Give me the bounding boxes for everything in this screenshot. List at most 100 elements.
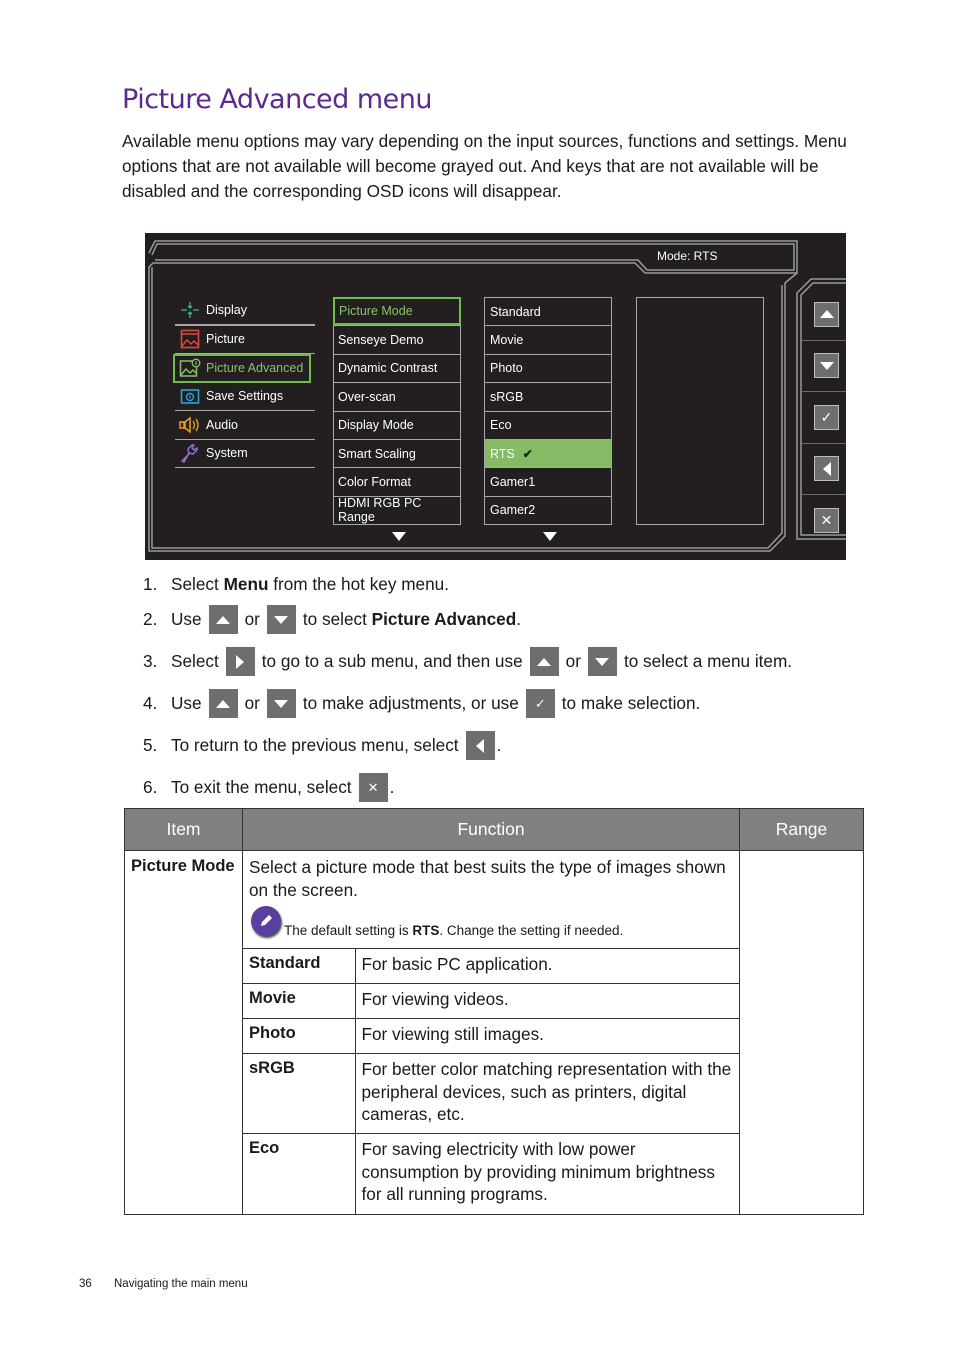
step-6: 6. To exit the menu, select ✕. (143, 773, 394, 802)
step-text: To return to the previous menu, select (171, 735, 459, 755)
osd-key-exit[interactable]: ✕ (801, 495, 846, 547)
picture-mode-options: Standard Movie Photo sRGB Eco RTS ✔ Game… (484, 297, 612, 526)
menu-label: Save Settings (206, 389, 284, 404)
menu-label: Audio (206, 417, 238, 432)
picture-advanced-icon (179, 358, 201, 378)
osd-key-down[interactable] (801, 341, 846, 392)
step-1: 1. Select Menu from the hot key menu. (143, 574, 449, 595)
mode-desc: For viewing still images. (355, 1018, 739, 1054)
down-arrow-icon (266, 689, 296, 718)
step-text: Use (171, 609, 202, 629)
option-label: RTS (490, 446, 515, 461)
menu-label: Picture (206, 332, 245, 347)
pencil-note-icon (251, 906, 281, 936)
sub-menu: Picture Mode Senseye Demo Dynamic Contra… (333, 297, 461, 526)
table-row: Picture Mode Select a picture mode that … (124, 850, 864, 1215)
osd-key-ok[interactable]: ✓ (801, 392, 846, 444)
option-gamer1[interactable]: Gamer1 (485, 467, 611, 495)
step-bold: Menu (223, 574, 269, 594)
menu-item-picture[interactable]: Picture (175, 326, 315, 354)
option-movie[interactable]: Movie (485, 325, 611, 353)
option-gamer2[interactable]: Gamer2 (485, 495, 611, 524)
note-bold: RTS (412, 923, 440, 938)
step-5: 5. To return to the previous menu, selec… (143, 731, 501, 760)
step-4: 4. Use or to make adjustments, or use ✓ … (143, 689, 700, 718)
mode-status: Mode: RTS (657, 249, 718, 263)
main-menu: Display Picture Picture Advanced Save Se… (173, 297, 315, 468)
step-text: to make selection. (561, 693, 701, 713)
option-rts[interactable]: RTS ✔ (485, 438, 611, 468)
detail-panel (636, 297, 764, 525)
mode-name: Eco (243, 1133, 356, 1214)
osd-menu-screenshot: Mode: RTS Display Picture Picture Advanc… (145, 233, 846, 560)
intro-paragraph: Available menu options may vary dependin… (122, 131, 847, 201)
mode-row: Photo For viewing still images. (243, 1018, 739, 1054)
sub-item-smart-scaling[interactable]: Smart Scaling (334, 438, 460, 467)
osd-key-up[interactable] (801, 289, 846, 341)
right-arrow-icon (225, 647, 255, 676)
menu-label: Display (206, 303, 247, 318)
menu-item-system[interactable]: System (175, 440, 315, 468)
step-text: or (565, 651, 581, 671)
option-srgb[interactable]: sRGB (485, 382, 611, 410)
up-arrow-icon (529, 647, 559, 676)
mode-name: sRGB (243, 1053, 356, 1134)
step-text: to go to a sub menu, and then use (261, 651, 523, 671)
menu-item-display[interactable]: Display (175, 297, 315, 326)
close-icon: ✕ (814, 508, 839, 534)
sub-item-dynamic-contrast[interactable]: Dynamic Contrast (334, 353, 460, 382)
step-3: 3. Select to go to a sub menu, and then … (143, 647, 792, 676)
options-scroll-down-icon[interactable] (543, 532, 557, 541)
mode-row: sRGB For better color matching representa… (243, 1053, 739, 1134)
page-title: Picture Advanced menu (122, 84, 433, 115)
step-bold: Picture Advanced (371, 609, 517, 629)
menu-item-save-settings[interactable]: Save Settings (175, 383, 315, 411)
mode-desc: For better color matching representation… (355, 1053, 739, 1134)
step-number: 5. (143, 735, 158, 755)
option-eco[interactable]: Eco (485, 410, 611, 439)
check-icon: ✓ (525, 689, 555, 718)
mode-name: Movie (243, 983, 356, 1019)
note: The default setting is RTS. Change the s… (243, 901, 739, 948)
sub-item-color-format[interactable]: Color Format (334, 467, 460, 495)
picture-mode-table: Item Function Range Picture Mode Select … (124, 808, 864, 1215)
option-standard[interactable]: Standard (485, 297, 611, 325)
down-arrow-icon (814, 353, 839, 379)
step-text: To exit the menu, select (171, 777, 352, 797)
step-text: Select (171, 651, 219, 671)
mode-desc: For viewing videos. (355, 983, 739, 1019)
sub-item-picture-mode[interactable]: Picture Mode (333, 297, 461, 326)
osd-key-back[interactable] (801, 444, 846, 495)
mode-row: Movie For viewing videos. (243, 983, 739, 1019)
sub-item-display-mode[interactable]: Display Mode (334, 410, 460, 439)
sub-item-over-scan[interactable]: Over-scan (334, 382, 460, 410)
step-text: to select (302, 609, 367, 629)
sub-menu-scroll-down-icon[interactable] (392, 532, 406, 541)
mode-row: Standard For basic PC application. (243, 948, 739, 984)
step-text: Select (171, 574, 219, 594)
step-number: 6. (143, 777, 158, 797)
up-arrow-icon (208, 689, 238, 718)
table-header-row: Item Function Range (124, 808, 864, 851)
sub-item-senseye-demo[interactable]: Senseye Demo (334, 325, 460, 353)
menu-item-audio[interactable]: Audio (175, 411, 315, 440)
modes-table: Standard For basic PC application. Movie F… (243, 948, 739, 1214)
item-cell: Picture Mode (124, 850, 243, 1215)
step-text: to make adjustments, or use (302, 693, 519, 713)
option-photo[interactable]: Photo (485, 353, 611, 382)
menu-label: System (206, 446, 248, 461)
picture-icon (179, 329, 201, 349)
note-prefix: The default setting is (284, 923, 413, 938)
note-text: The default setting is RTS. Change the s… (284, 923, 623, 938)
check-icon: ✔ (522, 446, 533, 461)
step-text: or (244, 693, 260, 713)
step-text: or (244, 609, 260, 629)
mode-name: Standard (243, 948, 356, 984)
left-arrow-icon (465, 731, 495, 760)
check-icon: ✓ (814, 404, 839, 430)
sub-item-hdmi-rgb-pc-range[interactable]: HDMI RGB PC Range (334, 495, 460, 524)
page-number: 36 (79, 1278, 92, 1290)
menu-item-picture-advanced[interactable]: Picture Advanced (173, 354, 311, 383)
system-icon (179, 443, 201, 463)
step-text: . (389, 777, 395, 797)
